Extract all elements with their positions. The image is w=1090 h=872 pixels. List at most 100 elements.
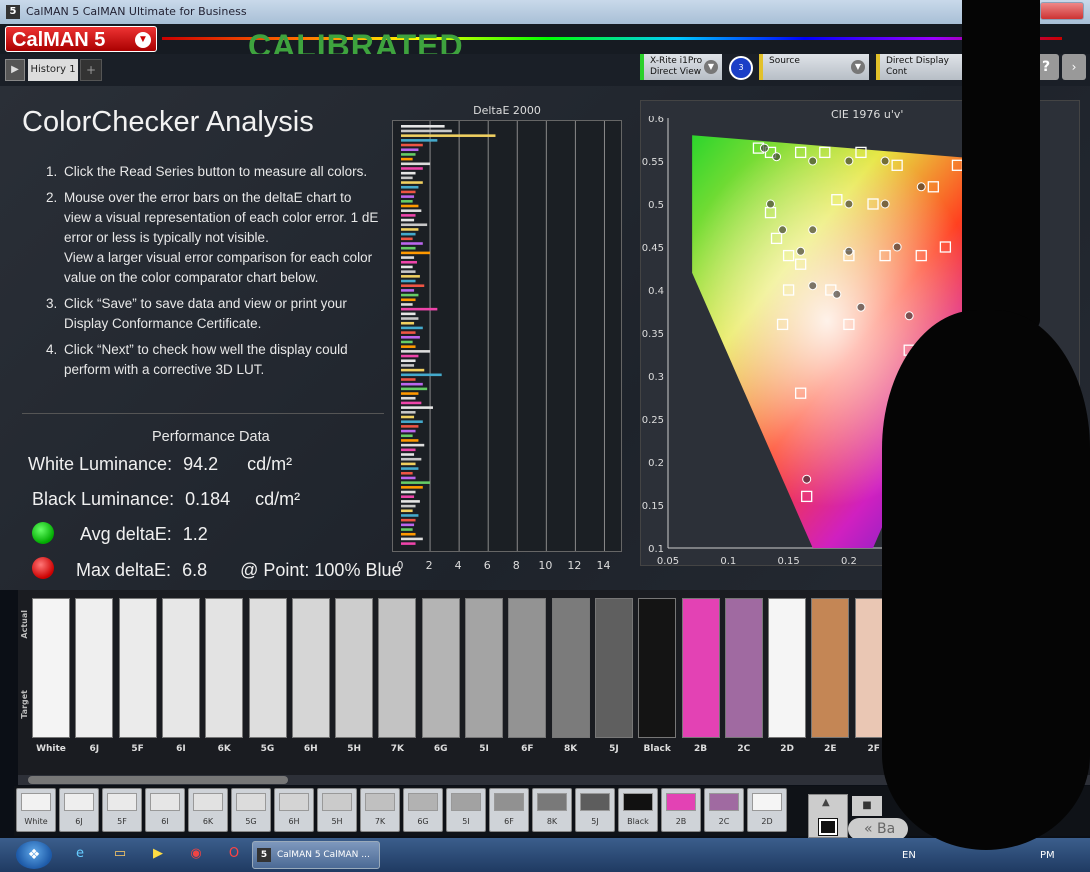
deltae-bar[interactable] [401, 462, 416, 466]
deltae-bar[interactable] [401, 214, 416, 217]
thumbnail-item[interactable]: 5G [231, 788, 271, 832]
thumbnail-item[interactable]: 5J [575, 788, 615, 832]
deltae-bar[interactable] [401, 153, 416, 156]
color-swatch[interactable] [205, 598, 244, 738]
thumbnail-item[interactable]: 6H [274, 788, 314, 832]
deltae-bar[interactable] [401, 218, 415, 222]
deltae-bar[interactable] [401, 162, 431, 166]
deltae-bar[interactable] [401, 420, 423, 423]
language-indicator[interactable]: EN [902, 850, 916, 861]
deltae-bar[interactable] [401, 340, 413, 344]
back-button[interactable]: « Ba [848, 818, 908, 840]
deltae-bar[interactable] [401, 359, 416, 363]
deltae-bar[interactable] [401, 256, 415, 259]
deltae-bar[interactable] [401, 368, 425, 372]
deltae-bar[interactable] [401, 260, 417, 264]
deltae-bar[interactable] [401, 350, 431, 353]
deltae-bar[interactable] [401, 284, 425, 288]
deltae-bar[interactable] [401, 237, 413, 241]
meter-selector[interactable]: X-Rite i1Pro Direct View ▼ [640, 54, 722, 80]
deltae-bar[interactable] [401, 157, 413, 161]
source-selector[interactable]: Source ▼ [759, 54, 869, 80]
deltae-bar[interactable] [401, 415, 415, 419]
color-swatch[interactable] [551, 598, 590, 738]
color-swatch[interactable] [724, 598, 763, 738]
color-swatch[interactable] [638, 598, 677, 738]
deltae-bar[interactable] [401, 275, 420, 278]
deltae-bar[interactable] [401, 486, 423, 489]
internet-explorer-icon[interactable]: e [68, 843, 92, 865]
deltae-bar[interactable] [401, 528, 413, 531]
cie-measured-point[interactable] [808, 156, 818, 166]
deltae-bar[interactable] [401, 387, 428, 391]
color-swatch[interactable] [594, 598, 633, 738]
deltae-bar[interactable] [401, 453, 415, 456]
color-swatch[interactable] [161, 598, 200, 738]
close-button[interactable] [1040, 2, 1084, 20]
deltae-chart[interactable] [392, 120, 622, 552]
deltae-bar[interactable] [401, 336, 420, 339]
deltae-bar[interactable] [401, 537, 423, 541]
deltae-bar[interactable] [401, 148, 419, 152]
taskbar-calman-item[interactable]: 5 CalMAN 5 CalMAN ... [252, 841, 380, 869]
cie-measured-point[interactable] [844, 199, 854, 209]
next-button[interactable]: › [1062, 54, 1086, 80]
deltae-bar[interactable] [401, 504, 416, 508]
folder-icon[interactable]: ▭ [108, 843, 132, 865]
scrollbar-thumb[interactable] [28, 776, 288, 784]
color-swatch[interactable] [335, 598, 374, 738]
thumbnail-item[interactable]: 5F [102, 788, 142, 832]
color-swatch[interactable] [421, 598, 460, 738]
deltae-bar[interactable] [401, 331, 416, 334]
deltae-bar[interactable] [401, 471, 413, 475]
deltae-bar[interactable] [401, 298, 416, 302]
thumbnail-item[interactable]: 2B [661, 788, 701, 832]
deltae-bar[interactable] [401, 200, 413, 203]
thumbnail-item[interactable]: 6G [403, 788, 443, 832]
color-swatch[interactable] [118, 598, 157, 738]
deltae-bar[interactable] [401, 190, 416, 194]
color-swatch[interactable] [681, 598, 720, 738]
cie-measured-point[interactable] [796, 246, 806, 256]
deltae-bar[interactable] [401, 279, 416, 283]
cie-measured-point[interactable] [880, 156, 890, 166]
color-swatch[interactable] [465, 598, 503, 738]
deltae-bar[interactable] [401, 317, 419, 320]
deltae-bar[interactable] [401, 265, 413, 269]
meter-status-icon[interactable]: 3 [729, 56, 753, 80]
thumbnail-item[interactable]: 5I [446, 788, 486, 832]
cie-measured-point[interactable] [778, 225, 788, 235]
deltae-bar[interactable] [401, 490, 416, 494]
deltae-bar[interactable] [401, 195, 415, 198]
deltae-bar[interactable] [401, 378, 416, 381]
deltae-bar[interactable] [401, 246, 416, 250]
deltae-bar[interactable] [401, 270, 416, 273]
deltae-bar[interactable] [401, 171, 416, 175]
color-swatch[interactable] [291, 598, 330, 738]
cie-measured-point[interactable] [832, 289, 842, 299]
calman-logo-button[interactable]: CalMAN 5 ▼ [5, 26, 157, 52]
thumbnail-item[interactable]: 6F [489, 788, 529, 832]
cie-measured-point[interactable] [759, 143, 769, 153]
deltae-bar[interactable] [401, 307, 438, 311]
deltae-bar[interactable] [401, 303, 413, 306]
chrome-icon[interactable]: ◉ [184, 843, 208, 865]
thumbnail-item[interactable]: White [16, 788, 56, 832]
cie-measured-point[interactable] [892, 242, 902, 252]
deltae-bar[interactable] [401, 448, 416, 452]
deltae-bar[interactable] [401, 312, 416, 316]
deltae-bar[interactable] [401, 500, 420, 503]
deltae-bar[interactable] [401, 251, 431, 255]
deltae-bar[interactable] [401, 139, 438, 142]
deltae-bar[interactable] [401, 392, 419, 395]
deltae-bar[interactable] [401, 518, 416, 522]
deltae-bar[interactable] [401, 401, 422, 405]
deltae-bar[interactable] [401, 228, 419, 231]
color-swatch[interactable] [248, 598, 287, 738]
deltae-bar[interactable] [401, 176, 413, 180]
deltae-bar[interactable] [401, 134, 496, 137]
thumbnail-item[interactable]: 8K [532, 788, 572, 832]
deltae-bar[interactable] [401, 326, 423, 330]
cie-measured-point[interactable] [844, 156, 854, 166]
cie-measured-point[interactable] [766, 199, 776, 209]
